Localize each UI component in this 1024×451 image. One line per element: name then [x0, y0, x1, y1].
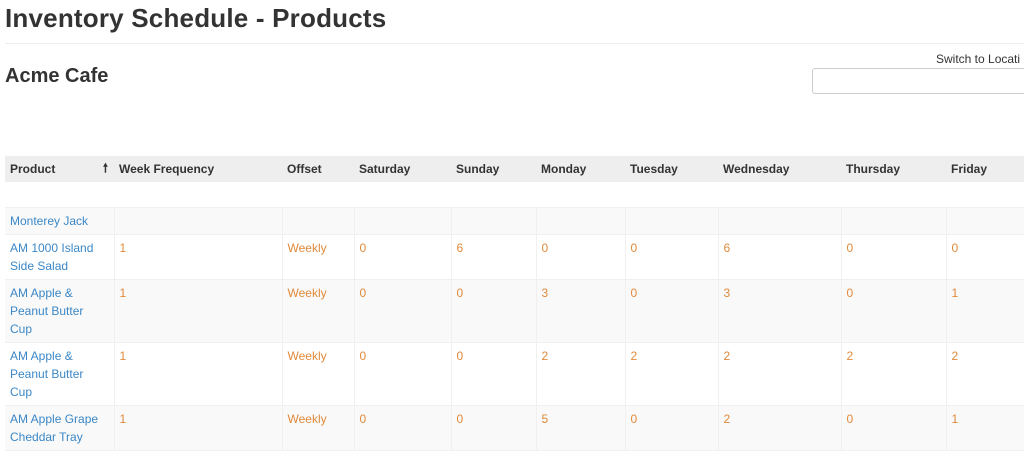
saturday-cell: 0: [354, 342, 452, 406]
product-cell: AM Apple & Peanut Butter Cup: [5, 342, 115, 406]
saturday-cell: 0: [354, 234, 452, 280]
frequency-cell: 1: [114, 234, 283, 280]
column-header-thursday[interactable]: Thursday: [841, 156, 946, 182]
product-link[interactable]: AM Apple & Peanut Butter Cup: [10, 349, 83, 399]
column-header-wednesday[interactable]: Wednesday: [718, 156, 841, 182]
thursday-cell: 0: [841, 405, 947, 451]
page-title: Inventory Schedule - Products: [5, 3, 387, 33]
offset-cell: Weekly: [282, 279, 355, 343]
tuesday-cell: 0: [625, 279, 719, 343]
product-link[interactable]: AM 1000 Island Side Salad: [10, 241, 93, 273]
wednesday-cell: 3: [718, 279, 842, 343]
switch-location-select[interactable]: [812, 68, 1024, 94]
friday-cell: 0: [946, 234, 1024, 280]
frequency-cell: [114, 207, 283, 235]
frequency-cell: 1: [114, 279, 283, 343]
column-header-saturday[interactable]: Saturday: [354, 156, 451, 182]
sunday-cell: 0: [451, 405, 537, 451]
monday-cell: 0: [536, 234, 626, 280]
table-spacer-row: [5, 182, 1024, 208]
wednesday-cell: [718, 207, 842, 235]
table-row: AM Apple & Peanut Butter Cup 1 Weekly 0 …: [5, 342, 1024, 406]
product-cell: AM 1000 Island Side Salad: [5, 234, 115, 280]
sunday-cell: [451, 207, 537, 235]
wednesday-cell: 6: [718, 234, 842, 280]
wednesday-cell: 2: [718, 342, 842, 406]
table-row: AM 1000 Island Side Salad 1 Weekly 0 6 0…: [5, 234, 1024, 280]
product-link[interactable]: AM Apple Grape Cheddar Tray: [10, 412, 98, 444]
sort-ascending-icon[interactable]: 🠕: [103, 162, 108, 174]
monday-cell: [536, 207, 626, 235]
tuesday-cell: 2: [625, 342, 719, 406]
column-header-offset[interactable]: Offset: [282, 156, 354, 182]
thursday-cell: 0: [841, 279, 947, 343]
wednesday-cell: 2: [718, 405, 842, 451]
product-cell: AM Apple Grape Cheddar Tray: [5, 405, 115, 451]
saturday-cell: 0: [354, 405, 452, 451]
sunday-cell: 0: [451, 279, 537, 343]
frequency-cell: 1: [114, 342, 283, 406]
inventory-table: Product 🠕 Week Frequency Offset Saturday …: [5, 156, 1024, 451]
sunday-cell: 0: [451, 342, 537, 406]
saturday-cell: 0: [354, 279, 452, 343]
saturday-cell: [354, 207, 452, 235]
table-row: AM Apple & Peanut Butter Cup 1 Weekly 0 …: [5, 279, 1024, 343]
location-name: Acme Cafe: [5, 65, 109, 87]
column-header-product[interactable]: Product 🠕: [5, 156, 114, 182]
column-header-week-frequency[interactable]: Week Frequency: [114, 156, 282, 182]
offset-cell: Weekly: [282, 234, 355, 280]
thursday-cell: 0: [841, 234, 947, 280]
friday-cell: [946, 207, 1024, 235]
product-link[interactable]: Monterey Jack: [10, 214, 88, 228]
friday-cell: 1: [946, 279, 1024, 343]
column-header-tuesday[interactable]: Tuesday: [625, 156, 718, 182]
switch-location-block: Switch to Locati: [812, 52, 1024, 96]
sunday-cell: 6: [451, 234, 537, 280]
offset-cell: Weekly: [282, 405, 355, 451]
friday-cell: 2: [946, 342, 1024, 406]
tuesday-cell: 0: [625, 405, 719, 451]
tuesday-cell: 0: [625, 234, 719, 280]
product-cell: AM Apple & Peanut Butter Cup: [5, 279, 115, 343]
offset-cell: [282, 207, 355, 235]
product-link[interactable]: AM Apple & Peanut Butter Cup: [10, 286, 83, 336]
column-header-friday[interactable]: Friday: [946, 156, 1024, 182]
table-row: AM Apple Grape Cheddar Tray 1 Weekly 0 0…: [5, 405, 1024, 451]
title-divider: [5, 43, 1024, 44]
switch-location-label: Switch to Locati: [936, 52, 1021, 66]
monday-cell: 5: [536, 405, 626, 451]
table-header-row: Product 🠕 Week Frequency Offset Saturday …: [5, 156, 1024, 182]
friday-cell: 1: [946, 405, 1024, 451]
thursday-cell: [841, 207, 947, 235]
table-row: Monterey Jack: [5, 207, 1024, 235]
tuesday-cell: [625, 207, 719, 235]
column-header-sunday[interactable]: Sunday: [451, 156, 536, 182]
thursday-cell: 2: [841, 342, 947, 406]
offset-cell: Weekly: [282, 342, 355, 406]
frequency-cell: 1: [114, 405, 283, 451]
monday-cell: 2: [536, 342, 626, 406]
monday-cell: 3: [536, 279, 626, 343]
column-header-monday[interactable]: Monday: [536, 156, 625, 182]
product-cell: Monterey Jack: [5, 207, 115, 235]
